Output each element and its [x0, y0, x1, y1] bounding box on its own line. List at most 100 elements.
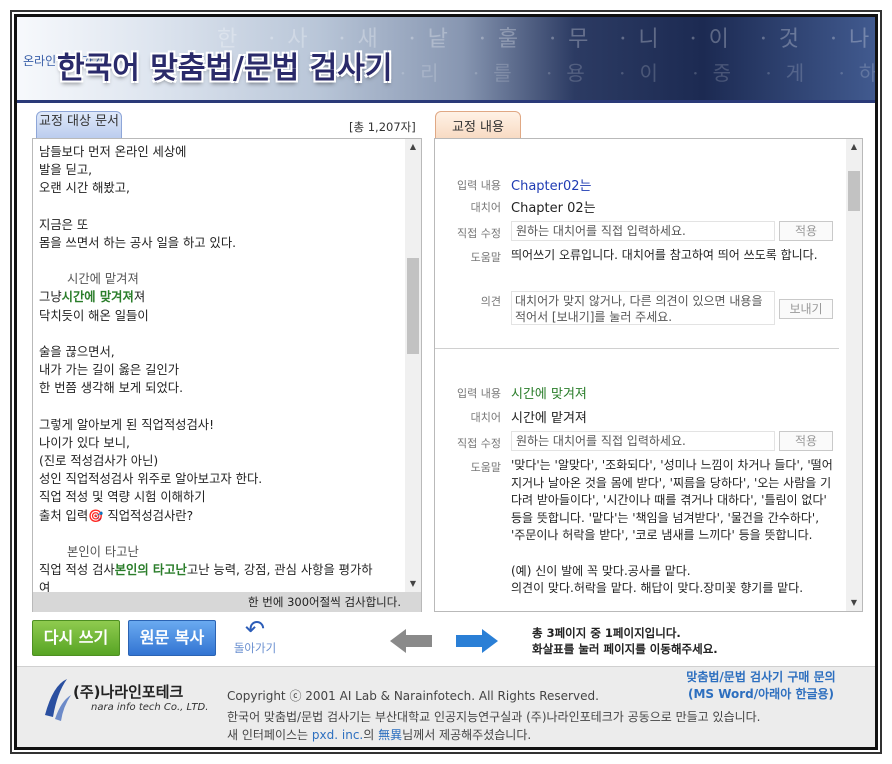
scroll-down-icon[interactable]: ▼	[846, 595, 862, 611]
line-text: 그냥	[39, 290, 62, 305]
apply-button[interactable]: 적용	[779, 431, 833, 451]
header-banner: 한 ·사 ·새 ·낱 ·훌 ·무 ·니 ·이 ·것 ·나 하 ·리 ·를 ·용 …	[17, 17, 875, 103]
label-help: 도움말	[470, 461, 501, 474]
document-line: 여	[39, 581, 51, 592]
document-line: 내가 가는 길이 옳은 길인가	[39, 363, 180, 378]
copyright-text: Copyright ⓒ 2001 AI Lab & Narainfotech. …	[227, 689, 599, 703]
logo-mark-icon	[45, 679, 71, 721]
interface-credit: 새 인터페이스는 pxd. inc.의 無異님께서 제공해주셨습니다.	[227, 726, 531, 743]
document-line: 나이가 있다 보니,	[39, 435, 130, 450]
prev-page-arrow-icon[interactable]	[390, 629, 432, 653]
help-body: '맞다'는 '알맞다', '조화되다', '성미나 느낌이 차거나 들다', '…	[511, 458, 833, 542]
label-replacement: 대치어	[470, 201, 501, 214]
document-line: 오랜 시간 해봤고,	[39, 181, 130, 196]
document-line: 발을 딛고,	[39, 163, 93, 178]
status-text: 한 번에 300어절씩 검사합니다.	[33, 592, 421, 612]
help-example-2: 의견이 맞다.허락을 맡다. 해답이 맞다.장미꽃 향기를 맡다.	[511, 581, 804, 595]
document-line: 한 번쯤 생각해 보게 되었다.	[39, 381, 183, 396]
line-text: 고난 능력, 강점, 관심 사항을 평가하	[186, 562, 373, 577]
error-highlight[interactable]: 본인의 타고난	[115, 563, 187, 577]
label-direct-edit: 직접 수정	[457, 437, 501, 450]
document-line: 지금은 또	[39, 217, 89, 232]
document-line: 닥치듯이 해온 일들이	[39, 308, 149, 323]
document-line: 술을 끊으면서,	[39, 344, 115, 359]
help-text: '맞다'는 '알맞다', '조화되다', '성미나 느낌이 차거나 들다', '…	[511, 457, 837, 598]
label-replacement: 대치어	[470, 411, 501, 424]
document-line: 남들보다 먼저 온라인 세상에	[39, 145, 187, 159]
replacement-text: Chapter 02는	[511, 201, 596, 216]
banner-background-text-2: 하 ·리 ·를 ·용 ·이 ·중 ·게 ·하	[347, 61, 875, 85]
opinion-textarea[interactable]: 대치어가 맞지 않거나, 다른 의견이 있으면 내용을 적어서 [보내기]를 눌…	[511, 291, 775, 325]
label-opinion: 의견	[480, 295, 501, 308]
label-input: 입력 내용	[457, 179, 501, 192]
source-document-panel: 남들보다 먼저 온라인 세상에발을 딛고, 오랜 시간 해봤고, 지금은 또몸을 쓰…	[32, 138, 422, 612]
entry-divider	[435, 348, 839, 349]
credit-mid: 의	[363, 728, 379, 742]
purchase-line-2: (MS Word/아래아 한글용)	[687, 687, 835, 701]
company-logo[interactable]: (주)나라인포테크 nara info tech Co., LTD.	[41, 675, 221, 725]
error-highlight[interactable]: 시간에 맞겨져	[62, 290, 134, 304]
source-document-text[interactable]: 남들보다 먼저 온라인 세상에발을 딛고, 오랜 시간 해봤고, 지금은 또몸을 쓰…	[33, 139, 405, 592]
pager-line-2: 화살표를 눌러 페이지를 이동해주세요.	[532, 642, 718, 656]
input-text: 시간에 맞겨져	[511, 387, 587, 402]
action-bar: 다시 쓰기 원문 복사 ↶ 돌아가기 총 3페이지 중 1페이지입니다. 화살표…	[32, 617, 872, 663]
credit-text: 한국어 맞춤법/문법 검사기는 부산대학교 인공지능연구실과 (주)나라인포테크…	[227, 710, 761, 724]
pager-info: 총 3페이지 중 1페이지입니다. 화살표를 눌러 페이지를 이동해주세요.	[532, 625, 718, 657]
rewrite-button[interactable]: 다시 쓰기	[32, 620, 120, 656]
document-line: 출처 입력🎯 직업적성검사란?	[39, 508, 194, 523]
app-frame: 한 ·사 ·새 ·낱 ·훌 ·무 ·니 ·이 ·것 ·나 하 ·리 ·를 ·용 …	[14, 14, 878, 750]
credit-pre: 새 인터페이스는	[227, 728, 312, 742]
next-page-arrow-icon[interactable]	[456, 629, 498, 653]
direct-edit-input[interactable]: 원하는 대치어를 직접 입력하세요.	[511, 431, 775, 451]
correction-hint: 시간에 맡겨져	[67, 272, 139, 287]
pager-line-1: 총 3페이지 중 1페이지입니다.	[532, 626, 681, 640]
copy-original-button[interactable]: 원문 복사	[128, 620, 216, 656]
page-title: 한국어 맞춤법/문법 검사기	[57, 51, 393, 86]
document-line: 직업 적성 및 역량 시험 이해하기	[39, 490, 206, 505]
back-arrow-icon: ↶	[244, 615, 266, 643]
replacement-text: 시간에 맡겨져	[511, 411, 587, 426]
purchase-line-1: 맞춤법/문법 검사기 구매 문의	[686, 670, 836, 684]
scroll-thumb[interactable]	[407, 258, 419, 354]
direct-edit-input[interactable]: 원하는 대치어를 직접 입력하세요.	[511, 221, 775, 241]
document-line: 그렇게 알아보게 된 직업적성검사!	[39, 417, 215, 432]
logo-korean: (주)나라인포테크	[73, 683, 184, 701]
help-example: (예) 신이 발에 꼭 맞다.공사를 맡다.	[511, 563, 691, 578]
line-text: 져	[133, 290, 146, 305]
footer: (주)나라인포테크 nara info tech Co., LTD. Copyr…	[17, 666, 875, 747]
logo-english: nara info tech Co., LTD.	[91, 702, 209, 713]
corrections-list: 입력 내용 Chapter02는 대치어 Chapter 02는 직접 수정 원…	[435, 139, 845, 611]
send-button[interactable]: 보내기	[779, 299, 833, 319]
corrections-scrollbar[interactable]: ▲ ▼	[846, 139, 862, 611]
scroll-thumb[interactable]	[848, 171, 860, 211]
label-help: 도움말	[470, 251, 501, 264]
apply-button[interactable]: 적용	[779, 221, 833, 241]
line-text: 직업 적성 검사	[39, 562, 115, 577]
pxd-link[interactable]: pxd. inc.	[312, 728, 363, 742]
back-label: 돌아가기	[233, 641, 277, 655]
corrections-panel: 입력 내용 Chapter02는 대치어 Chapter 02는 직접 수정 원…	[434, 138, 863, 612]
help-text: 띄어쓰기 오류입니다. 대치어를 참고하여 띄어 쓰도록 합니다.	[511, 248, 818, 262]
char-count: [총 1,207자]	[349, 120, 416, 134]
credit-post: 님께서 제공해주셨습니다.	[402, 728, 532, 742]
purchase-inquiry-link[interactable]: 맞춤법/문법 검사기 구매 문의 (MS Word/아래아 한글용)	[671, 669, 851, 703]
document-line: 성인 직업적성검사 위주로 알아보고자 한다.	[39, 472, 263, 487]
back-button[interactable]: ↶ 돌아가기	[225, 617, 285, 663]
document-line: (진로 적성검사가 아닌)	[39, 454, 159, 468]
scroll-up-icon[interactable]: ▲	[405, 139, 421, 155]
correction-hint: 본인이 타고난	[67, 544, 139, 559]
scroll-up-icon[interactable]: ▲	[846, 139, 862, 155]
label-input: 입력 내용	[457, 387, 501, 400]
scroll-down-icon[interactable]: ▼	[405, 576, 421, 592]
document-line: 몸을 쓰면서 하는 공사 일을 하고 있다.	[39, 235, 237, 250]
label-direct-edit: 직접 수정	[457, 227, 501, 240]
document-line: 직업 적성 검사본인의 타고난고난 능력, 강점, 관심 사항을 평가하	[39, 561, 399, 579]
source-scrollbar[interactable]: ▲ ▼	[405, 139, 421, 592]
designer-link[interactable]: 無異	[378, 728, 402, 742]
document-line: 그냥시간에 맞겨져져	[39, 288, 399, 306]
